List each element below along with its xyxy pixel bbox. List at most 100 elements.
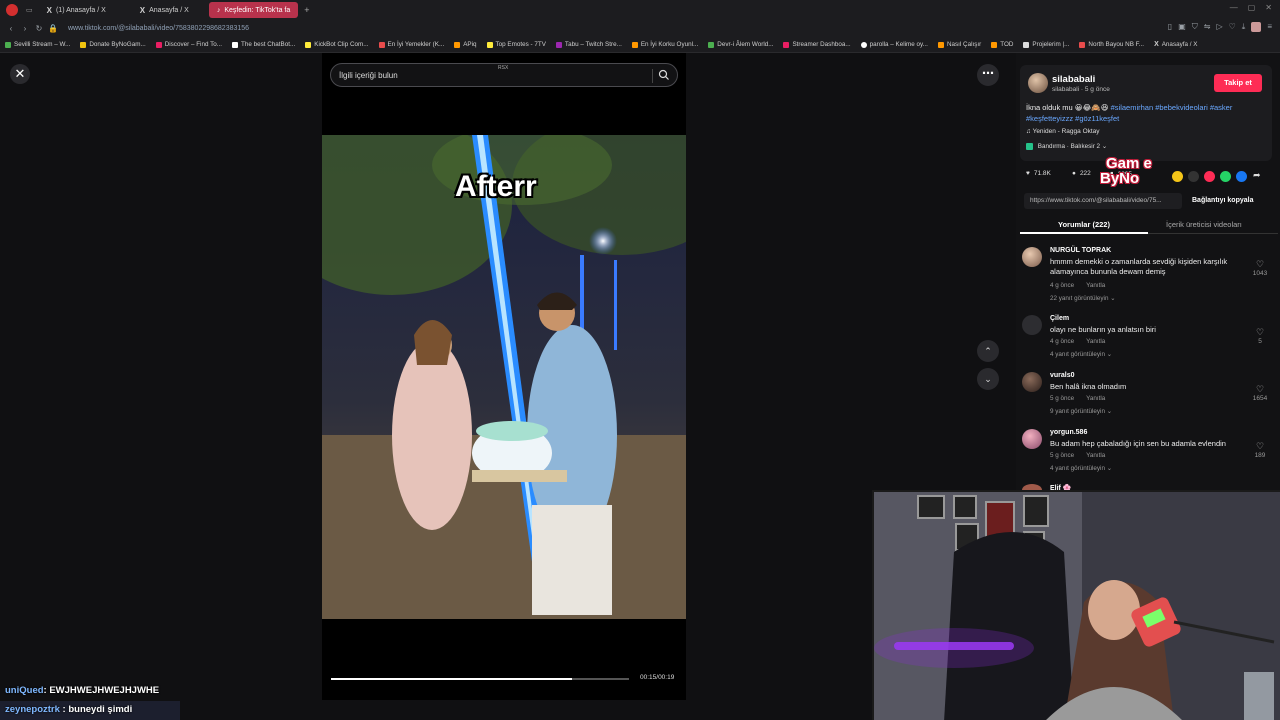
bookmark-item[interactable]: Discover – Find To... — [151, 41, 227, 48]
comment-time: 5 g önce — [1050, 395, 1075, 402]
whatsapp-icon[interactable] — [1220, 171, 1231, 182]
tab-tiktok[interactable]: ♪ Keşfedin: TikTok'ta fa — [208, 2, 299, 18]
bookmark-item[interactable]: parolla – Kelime oy... — [856, 41, 933, 48]
bookmark-item[interactable]: Top Emotes - 7TV — [482, 41, 551, 48]
comment-like[interactable]: ♡ 1043 — [1248, 259, 1272, 277]
previous-video-button[interactable]: ⌃ — [977, 340, 999, 362]
post-card: silababali silababali · 5 g önce Takip e… — [1020, 65, 1272, 161]
play-icon[interactable]: ▷ — [1216, 22, 1222, 32]
bookmark-item[interactable]: Projelerim |... — [1018, 41, 1074, 48]
view-replies-button[interactable]: 4 yanıt görüntüleyin ⌄ — [1050, 465, 1112, 472]
like-stat[interactable]: ♥ 71.8K — [1026, 170, 1051, 177]
new-tab-button[interactable]: + — [304, 5, 309, 15]
follow-button[interactable]: Takip et — [1214, 74, 1262, 92]
sidebar-toggle-icon[interactable]: ▭ — [26, 6, 33, 14]
maximize-icon[interactable]: ▢ — [1248, 3, 1256, 12]
copy-link-button[interactable]: Bağlantıyı kopyala — [1192, 193, 1253, 209]
comment-user[interactable]: NURGÜL TOPRAK — [1050, 247, 1111, 254]
tab-comments[interactable]: Yorumlar (222) — [1058, 220, 1110, 229]
close-window-icon[interactable]: ✕ — [1265, 3, 1272, 12]
menu-icon[interactable]: ≡ — [1267, 22, 1272, 32]
location-icon — [1026, 143, 1033, 150]
view-replies-button[interactable]: 4 yanıt görüntüleyin ⌄ — [1050, 351, 1112, 358]
bookmark-item[interactable]: KickBot Clip Com... — [300, 41, 373, 48]
share-arrow-icon[interactable]: ➦ — [1253, 170, 1261, 181]
avatar[interactable] — [1022, 372, 1042, 392]
bookmark-item[interactable]: Nasıl Çalışır — [933, 41, 986, 48]
comment-user[interactable]: Çilem — [1050, 315, 1069, 322]
reply-button[interactable]: Yanıtla — [1086, 282, 1105, 289]
minimize-icon[interactable]: — — [1230, 3, 1238, 12]
reply-button[interactable]: Yanıtla — [1086, 338, 1105, 345]
bookmark-item[interactable]: En İyi Yemekler (K... — [374, 41, 450, 48]
post-link-field[interactable]: https://www.tiktok.com/@silababali/video… — [1024, 193, 1182, 209]
chat-text: buneydi şimdi — [68, 704, 133, 715]
bookmark-item[interactable]: En İyi Korku Oyunl... — [627, 41, 703, 48]
comment-text: hmmm demekki o zamanlarda sevdiği kişide… — [1050, 257, 1228, 276]
facebook-icon[interactable] — [1236, 171, 1247, 182]
shield-icon[interactable]: ⛉ — [1192, 22, 1198, 32]
video-player[interactable]: Afterr 00:15/00:19 — [322, 53, 686, 700]
comment-like[interactable]: ♡ 5 — [1248, 327, 1272, 345]
comment-like[interactable]: ♡ 1654 — [1248, 384, 1272, 402]
post-username[interactable]: silababali — [1052, 74, 1095, 85]
comment-like[interactable]: ♡ 189 — [1248, 441, 1272, 459]
bookmark-item[interactable]: Sevilli Stream – W... — [0, 41, 75, 48]
reply-button[interactable]: Yanıtla — [1086, 452, 1105, 459]
comment-stat[interactable]: ● 222 — [1072, 170, 1091, 177]
next-video-button[interactable]: ⌄ — [977, 368, 999, 390]
reload-icon[interactable]: ↻ — [32, 24, 46, 33]
bookmark-item[interactable]: Devr-i Âlem World... — [703, 41, 778, 48]
video-progress-bar[interactable] — [331, 678, 629, 680]
search-placeholder: İlgili içeriği bulun — [339, 70, 398, 80]
search-divider — [652, 69, 653, 83]
forward-icon[interactable]: › — [18, 24, 32, 33]
view-replies-button[interactable]: 9 yanıt görüntüleyin ⌄ — [1050, 408, 1112, 415]
music-line[interactable]: ♫ Yeniden - Ragga Oktay — [1026, 128, 1100, 135]
x-logo-icon: X — [139, 5, 146, 15]
tab-creator-videos[interactable]: İçerik üreticisi videoları — [1166, 220, 1242, 229]
comment-time: 5 g önce — [1050, 452, 1075, 459]
emoji-share-icon[interactable] — [1172, 171, 1183, 182]
send-icon[interactable] — [1204, 171, 1215, 182]
bookmark-icon[interactable]: ▯ — [1168, 22, 1172, 32]
tab-label: (1) Anasayfa / X — [55, 6, 106, 14]
profile-avatar[interactable] — [1251, 22, 1262, 32]
tab-x-home-1[interactable]: X (1) Anasayfa / X — [39, 2, 114, 18]
bookmark-item[interactable]: North Bayou NB F... — [1074, 41, 1149, 48]
bookmark-icon — [486, 41, 493, 48]
translate-icon[interactable]: ⇋ — [1204, 22, 1211, 32]
more-options-button[interactable]: ⋯ — [977, 64, 999, 86]
tab-x-home-2[interactable]: X Anasayfa / X — [132, 2, 197, 18]
heart-icon[interactable]: ♡ — [1229, 22, 1236, 32]
back-icon[interactable]: ‹ — [4, 24, 18, 33]
bookmark-item[interactable]: Tabu – Twitch Stre... — [551, 41, 627, 48]
comment-time: 4 g önce — [1050, 338, 1075, 345]
post-text: İkna olduk mu 😀😂🙈😆 — [1026, 103, 1109, 112]
screenshot-icon[interactable]: ▣ — [1178, 22, 1186, 32]
bookmark-item[interactable]: The best ChatBot... — [227, 41, 300, 48]
comment-user[interactable]: yorgun.586 — [1050, 429, 1087, 436]
bookmark-item[interactable]: Streamer Dashboa... — [778, 41, 855, 48]
bookmark-item[interactable]: Donate ByNoGam... — [75, 41, 150, 48]
avatar[interactable] — [1022, 429, 1042, 449]
avatar[interactable] — [1022, 315, 1042, 335]
download-icon[interactable]: ⤓ — [1242, 22, 1246, 32]
location-line[interactable]: Bandırma · Balıkesir 2 ⌄ — [1026, 143, 1107, 150]
bookmark-item[interactable]: X Anasayfa / X — [1149, 41, 1202, 48]
comment-user[interactable]: vurals0 — [1050, 372, 1075, 379]
overlay-line: ByNo — [1100, 170, 1140, 187]
stream-overlay-logo: Gam e ByNo — [1100, 156, 1152, 186]
bookmark-item[interactable]: APiq — [449, 41, 481, 48]
url-field[interactable]: www.tiktok.com/@silababali/video/7583802… — [68, 25, 249, 32]
avatar[interactable] — [1028, 73, 1048, 93]
embed-icon[interactable] — [1188, 171, 1199, 182]
view-replies-label: 4 yanıt görüntüleyin — [1050, 465, 1105, 472]
view-replies-button[interactable]: 22 yanıt görüntüleyin ⌄ — [1050, 295, 1116, 302]
search-icon[interactable] — [658, 69, 670, 81]
bookmark-icon — [631, 41, 638, 48]
avatar[interactable] — [1022, 247, 1042, 267]
close-button[interactable]: ✕ — [10, 64, 30, 84]
bookmark-item[interactable]: TOD — [986, 41, 1018, 48]
reply-button[interactable]: Yanıtla — [1086, 395, 1105, 402]
